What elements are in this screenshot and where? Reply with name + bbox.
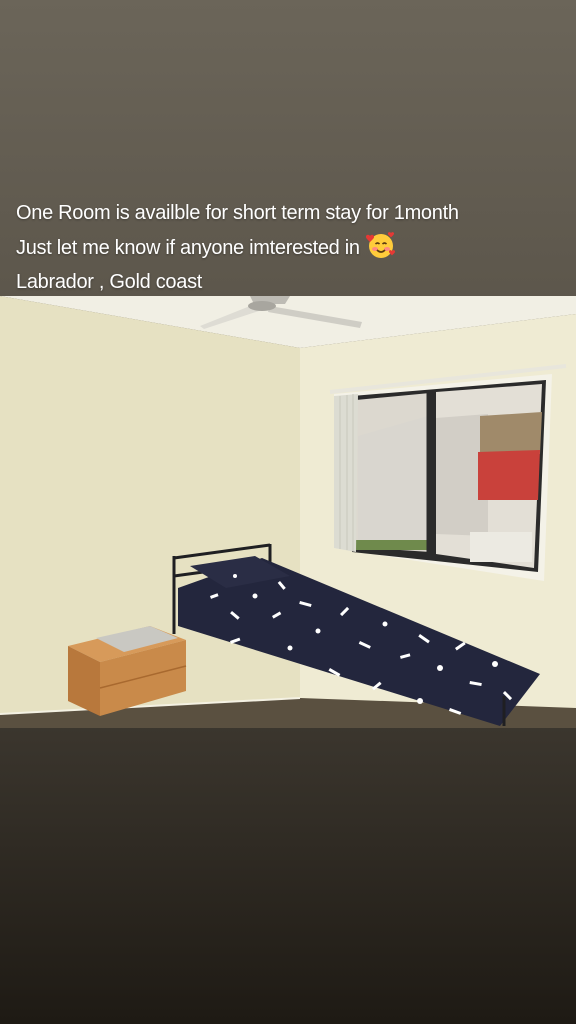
story-caption: One Room is availble for short term stay… [16,196,564,299]
caption-line-2-text: Just let me know if anyone imterested in [16,237,360,259]
curtain [334,394,358,552]
outside-windows [480,412,542,454]
bedroom-photo-illustration [0,296,576,728]
outside-grass [356,540,432,550]
caption-line-1: One Room is availble for short term stay… [16,202,459,224]
caption-line-2: Just let me know if anyone imterested in [16,230,564,265]
caption-line-3: Labrador , Gold coast [16,271,203,293]
smiling-face-with-hearts-icon [365,232,395,258]
outside-building-left [358,416,428,550]
outside-fence [470,532,532,562]
story-view[interactable]: One Room is availble for short term stay… [0,0,576,1024]
outside-awning [478,450,540,500]
bedroom-photo [0,296,576,728]
